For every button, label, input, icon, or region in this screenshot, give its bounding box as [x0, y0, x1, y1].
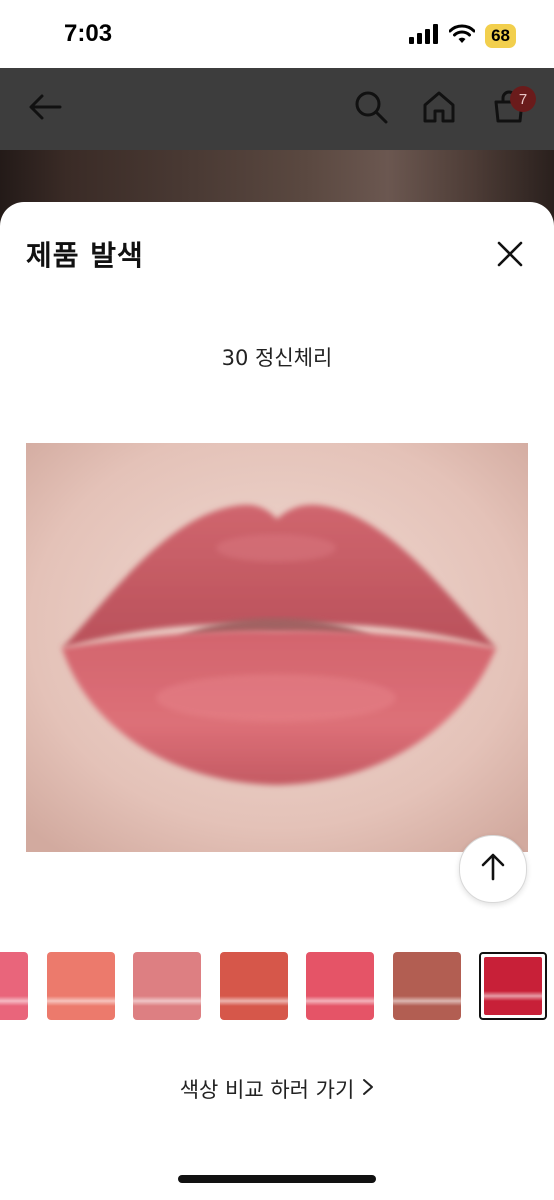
shade-name: 30 정신체리: [221, 346, 333, 370]
status-time: 7:03: [64, 20, 113, 47]
shade-swatch[interactable]: [306, 952, 374, 1020]
signal-icon: [409, 24, 439, 48]
shade-swatch[interactable]: [47, 952, 115, 1020]
close-icon: [497, 241, 523, 271]
lip-swatch-image: [26, 443, 528, 852]
wifi-icon: [448, 24, 476, 48]
shade-swatch[interactable]: [393, 952, 461, 1020]
close-button[interactable]: [490, 236, 530, 276]
sheet-title: 제품 발색: [26, 239, 144, 272]
cart-button[interactable]: 7: [486, 86, 536, 132]
shade-swatch-list: [0, 952, 554, 1020]
shade-swatch[interactable]: [133, 952, 201, 1020]
shade-swatch-selected[interactable]: [479, 952, 547, 1020]
arrow-up-icon: [480, 853, 506, 885]
cart-count-badge: 7: [510, 86, 536, 112]
shade-swatch[interactable]: [220, 952, 288, 1020]
app-header: 7: [0, 68, 554, 150]
shade-swatch[interactable]: [0, 952, 28, 1020]
color-bottom-sheet: 제품 발색 30 정신체리 색상 비교 하러 가기: [0, 202, 554, 1200]
status-bar: 7:03 68: [0, 0, 554, 68]
search-icon: [354, 90, 388, 128]
compare-colors-link[interactable]: 색상 비교 하러 가기: [0, 1074, 554, 1104]
home-button[interactable]: [416, 86, 462, 132]
home-indicator: [178, 1175, 376, 1183]
compare-colors-label: 색상 비교 하러 가기: [179, 1078, 355, 1102]
back-arrow-icon: [28, 93, 62, 125]
home-icon: [422, 90, 456, 128]
status-icons: 68: [409, 24, 516, 48]
back-button[interactable]: [22, 86, 68, 132]
chevron-right-icon: [362, 1077, 374, 1101]
scroll-to-top-button[interactable]: [459, 835, 527, 903]
search-button[interactable]: [348, 86, 394, 132]
page: 7:03 68 7 제품 발색 30 정신체리 색상 비교 하러 가기: [0, 0, 554, 1200]
battery-indicator: 68: [485, 24, 516, 48]
